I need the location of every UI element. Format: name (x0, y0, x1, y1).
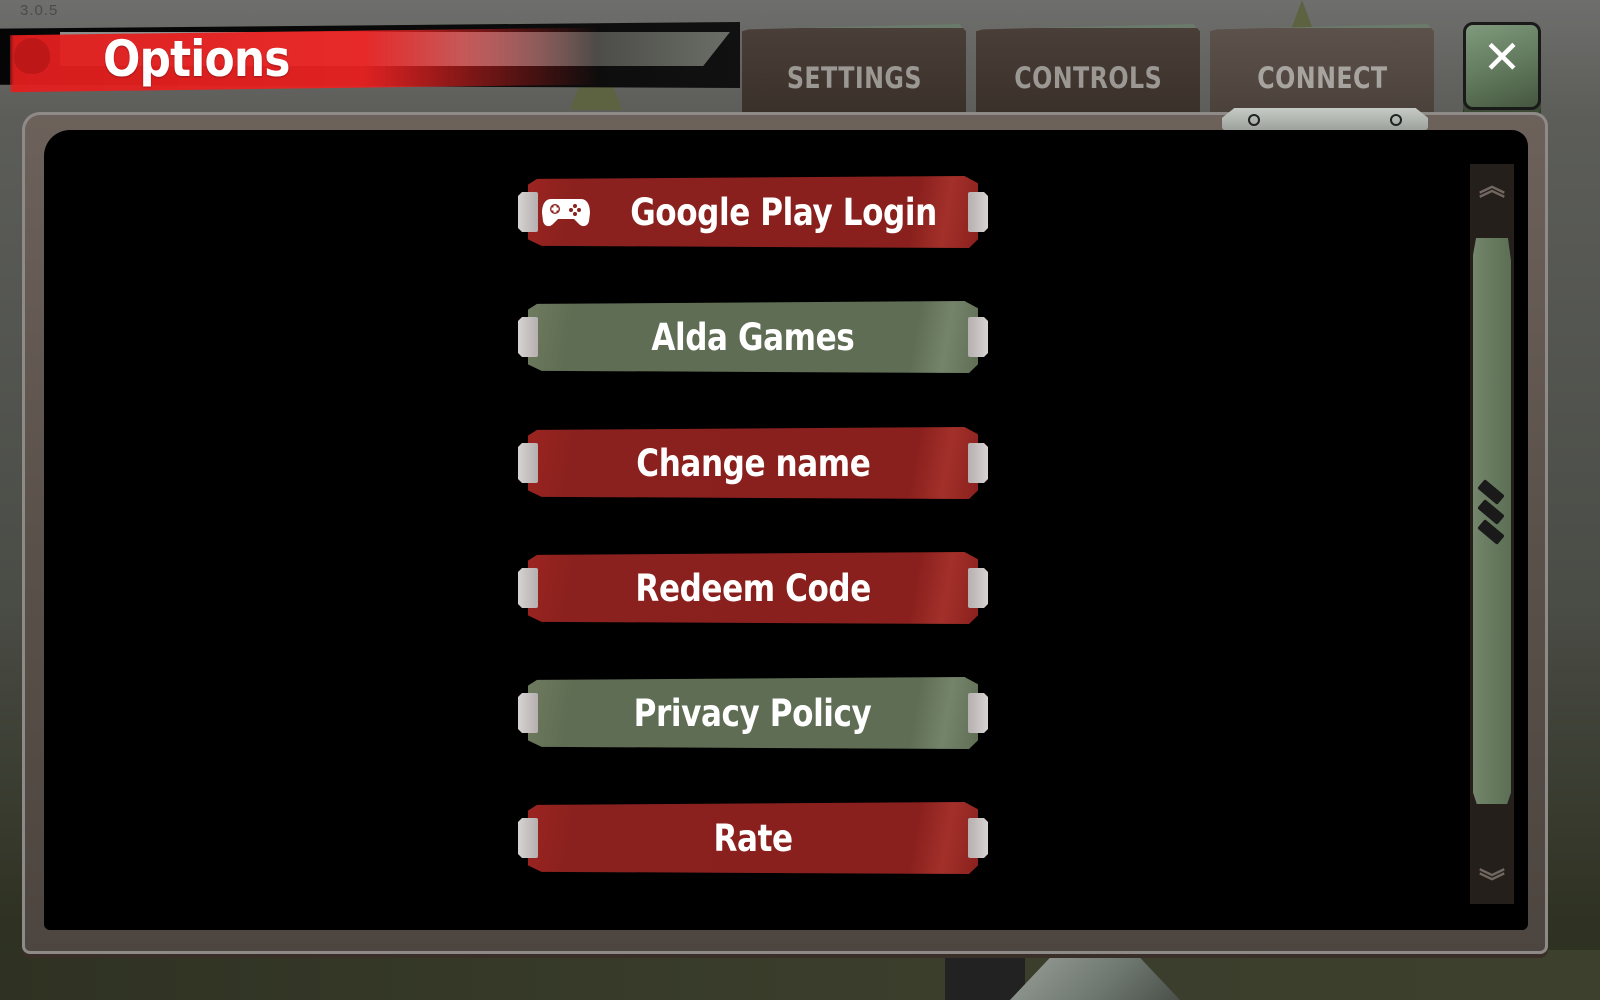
button-body: Rate (528, 802, 978, 874)
redeem-code-button[interactable]: Redeem Code (518, 552, 988, 624)
button-clip-left (518, 192, 538, 232)
page-title: Options (103, 30, 290, 88)
tab-label: CONNECT (1256, 61, 1388, 95)
button-body: Google Play Login (528, 176, 978, 248)
button-body: Redeem Code (528, 552, 978, 624)
button-label: Redeem Code (635, 566, 871, 610)
button-clip-right (968, 443, 988, 483)
button-clip-right (968, 192, 988, 232)
button-clip-right (968, 818, 988, 858)
google-play-login-button[interactable]: Google Play Login (518, 176, 988, 248)
button-clip-right (968, 568, 988, 608)
button-label: Rate (713, 816, 793, 860)
double-chevron-up-icon: ︽ (1478, 171, 1505, 202)
button-label: Privacy Policy (634, 691, 872, 735)
active-tab-indicator (1222, 108, 1428, 130)
button-body: Privacy Policy (528, 677, 978, 749)
scroll-up-button[interactable]: ︽ (1478, 166, 1506, 202)
button-clip-left (518, 818, 538, 858)
background-object (945, 955, 1025, 1000)
button-clip-right (968, 693, 988, 733)
scrollbar-grip-icon (1477, 479, 1506, 558)
button-label: Alda Games (651, 315, 855, 359)
close-button[interactable]: ✕ (1463, 22, 1541, 110)
tab-label: CONTROLS (1014, 61, 1162, 95)
close-icon: ✕ (1482, 30, 1522, 84)
button-clip-left (518, 317, 538, 357)
gamepad-icon (541, 199, 590, 227)
button-clip-left (518, 693, 538, 733)
header-banner: Options (0, 16, 740, 100)
button-label: Change name (635, 441, 871, 485)
tab-connect[interactable]: CONNECT (1210, 24, 1434, 114)
tab-label: SETTINGS (786, 61, 922, 95)
tab-controls[interactable]: CONTROLS (976, 24, 1200, 114)
button-body: Alda Games (528, 301, 978, 373)
tab-settings[interactable]: SETTINGS (742, 24, 966, 114)
button-clip-right (968, 317, 988, 357)
background-ground (0, 950, 1600, 1000)
privacy-policy-button[interactable]: Privacy Policy (518, 677, 988, 749)
button-clip-left (518, 443, 538, 483)
scroll-down-button[interactable]: ︾ (1478, 862, 1506, 898)
change-name-button[interactable]: Change name (518, 427, 988, 499)
double-chevron-down-icon: ︾ (1478, 867, 1505, 898)
button-clip-left (518, 568, 538, 608)
heart-icon (14, 38, 50, 74)
alda-games-button[interactable]: Alda Games (518, 301, 988, 373)
rate-button[interactable]: Rate (518, 802, 988, 874)
button-body: Change name (528, 427, 978, 499)
button-label: Google Play Login (629, 190, 937, 234)
